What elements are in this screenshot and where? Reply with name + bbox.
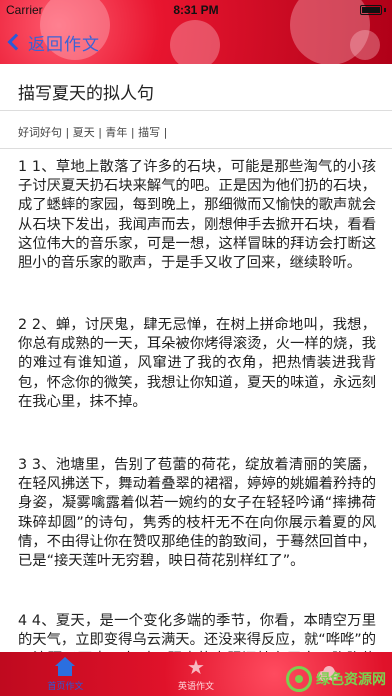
chevron-left-icon [7,33,25,51]
star-icon: ★ [187,654,205,679]
divider [0,148,392,149]
article-paragraph: 4 4、夏天，是一个变化多端的季节，你看，本晴空万里的天气，立即变得乌云满天。还… [18,613,376,652]
home-icon [54,656,76,677]
tab-home-essays[interactable]: 首页作文 [0,652,131,696]
header: Carrier 8:31 PM 返回作文 [0,0,392,64]
status-bar: Carrier 8:31 PM [0,0,392,20]
divider [0,110,392,111]
watermark-text: 绿色资源网 [316,672,386,688]
back-button-label: 返回作文 [28,34,100,55]
back-button[interactable]: 返回作文 [0,30,100,55]
article-content[interactable]: 描写夏天的拟人句 好词好句 | 夏天 | 青年 | 描写 | 1 1、草地上散落… [0,64,392,652]
article-paragraph: 1 1、草地上散落了许多的石块，可能是那些淘气的小孩子讨厌夏天扔石块来解气的吧。… [18,159,376,272]
tab-label: 英语作文 [178,681,215,692]
tab-bar: 首页作文 ★ 英语作文 绿色资源网 [0,652,392,696]
watermark: 绿色资源网 [286,666,386,692]
article-paragraph: 2 2、蝉，讨厌鬼，肆无忌惮，在树上拼命地叫，我想，你总有成熟的一天，耳朵被你烤… [18,317,376,410]
article-tags: 好词好句 | 夏天 | 青年 | 描写 | [18,126,168,139]
nav-bar: 返回作文 [0,24,392,60]
article-title: 描写夏天的拟人句 [18,84,154,104]
tab-english-essays[interactable]: ★ 英语作文 [131,652,262,696]
article-paragraph: 3 3、池塘里，告别了苞蕾的荷花，绽放着清丽的笑靥，在轻风拂送下，舞动着叠翠的裙… [18,457,376,570]
watermark-logo-icon [286,666,312,692]
status-time: 8:31 PM [173,3,219,17]
tab-label: 首页作文 [47,681,84,692]
